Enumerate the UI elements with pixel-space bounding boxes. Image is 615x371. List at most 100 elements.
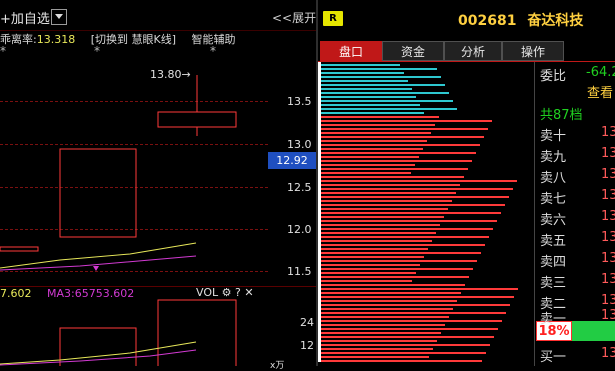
depth-bar <box>320 200 452 202</box>
bid-row-label[interactable]: 买一 <box>540 346 566 365</box>
depth-bar <box>320 72 404 74</box>
depth-bar <box>320 308 453 310</box>
depth-bar <box>320 224 440 226</box>
ask-row-label[interactable]: 卖五 <box>540 230 566 249</box>
depth-bar <box>320 304 510 306</box>
depth-bar <box>320 284 465 286</box>
depth-bar <box>320 204 505 206</box>
vol-ma-magenta <box>0 349 197 366</box>
price-tick: 12.5 <box>287 181 312 194</box>
bid-row-price: 13 <box>601 346 615 361</box>
check-more-link[interactable]: 查看 <box>587 82 613 101</box>
ask-row-price: 13 <box>601 293 615 308</box>
tab-caozuo[interactable]: 操作 <box>502 41 564 61</box>
depth-bar <box>320 104 420 106</box>
depth-bar <box>320 192 456 194</box>
depth-bar <box>320 180 517 182</box>
depth-bar <box>320 292 461 294</box>
depth-bar <box>320 340 437 342</box>
depth-bar <box>320 92 449 94</box>
depth-bar <box>320 272 416 274</box>
ratio-bar <box>572 321 615 341</box>
ask-row-label[interactable]: 卖七 <box>540 188 566 207</box>
ask-row-price: 13 <box>601 167 615 182</box>
depth-bar <box>320 96 416 98</box>
depth-bar <box>320 164 415 166</box>
depth-bar <box>320 84 445 86</box>
depth-bar <box>320 168 468 170</box>
ask-row-price: 13 <box>601 188 615 203</box>
ask-row-label[interactable]: 卖四 <box>540 251 566 270</box>
depth-bar <box>320 160 472 162</box>
tab-pankou[interactable]: 盘口 <box>320 41 382 61</box>
expand-button[interactable]: <<展开 <box>272 9 316 26</box>
webi-label: 委比 <box>540 69 567 84</box>
depth-bar <box>320 136 484 138</box>
ask-row-label[interactable]: 卖六 <box>540 209 566 228</box>
depth-bar <box>320 324 445 326</box>
depth-bar <box>320 132 431 134</box>
ask-row-label[interactable]: 卖十 <box>540 125 566 144</box>
price-tick: 13.5 <box>287 95 312 108</box>
stock-name: 奋达科技 <box>527 13 584 29</box>
depth-bar <box>320 216 444 218</box>
indicator-bar: 乖离率:13.318 [切换到 慧眼K线] 智能辅助 <box>0 31 236 47</box>
volume-bar <box>157 299 237 366</box>
vol-ma-yellow <box>0 341 197 365</box>
depth-bar <box>320 240 432 242</box>
marker-star: * <box>94 44 100 58</box>
depth-bar <box>320 256 424 258</box>
depth-bar <box>320 144 480 146</box>
webi-value: -64.2 <box>586 65 615 80</box>
ask-row-label[interactable]: 卖一 <box>540 308 566 327</box>
depth-bar <box>320 360 482 362</box>
depth-bar <box>320 184 460 186</box>
rzrq-badge: R <box>323 11 343 26</box>
depth-bar <box>320 344 490 346</box>
tab-fenxi[interactable]: 分析 <box>444 41 502 61</box>
tab-zijin[interactable]: 资金 <box>382 41 444 61</box>
depth-bar <box>320 280 412 282</box>
depth-bar <box>320 188 513 190</box>
depth-bar <box>320 336 494 338</box>
marker-star: * <box>0 44 6 58</box>
depth-bar <box>320 312 506 314</box>
high-marker: 13.80→ <box>150 68 191 81</box>
ask-row-label[interactable]: 卖八 <box>540 167 566 186</box>
depth-bar <box>320 276 469 278</box>
chevron-down-icon[interactable] <box>51 9 67 25</box>
ask-row-label[interactable]: 卖三 <box>540 272 566 291</box>
volume-chart <box>0 299 237 366</box>
ask-row-price: 13 <box>601 209 615 224</box>
depth-bars <box>318 62 518 362</box>
depth-bar <box>320 140 427 142</box>
ask-row-price: 13 <box>601 230 615 245</box>
depth-bar <box>320 148 423 150</box>
switch-kline-link[interactable]: [切换到 慧眼K线] <box>91 33 176 46</box>
depth-bar <box>320 68 437 70</box>
ask-row-price: 13 <box>601 272 615 287</box>
current-price-tag: 12.92 <box>268 152 316 169</box>
depth-bar <box>320 88 412 90</box>
marker-arrow <box>93 266 99 271</box>
depth-bar <box>320 64 400 66</box>
depth-bar <box>320 268 473 270</box>
depth-bar <box>320 236 489 238</box>
depth-bar <box>320 220 497 222</box>
depth-bar <box>320 332 441 334</box>
depth-bar <box>320 176 464 178</box>
depth-bar <box>320 76 441 78</box>
levels-count: 共87档 <box>540 108 583 123</box>
depth-bar <box>320 296 514 298</box>
depth-bar <box>320 248 428 250</box>
ask-row-price: 13 <box>601 146 615 161</box>
volume-bar <box>59 327 137 366</box>
add-favorite-button[interactable]: +加自选 <box>0 8 50 27</box>
ask-row-label[interactable]: 卖九 <box>540 146 566 165</box>
candle-body <box>59 148 137 238</box>
depth-bar <box>320 212 501 214</box>
depth-bar <box>320 352 486 354</box>
depth-bar <box>320 356 429 358</box>
price-tick: 11.5 <box>287 265 312 278</box>
depth-bar <box>320 124 435 126</box>
